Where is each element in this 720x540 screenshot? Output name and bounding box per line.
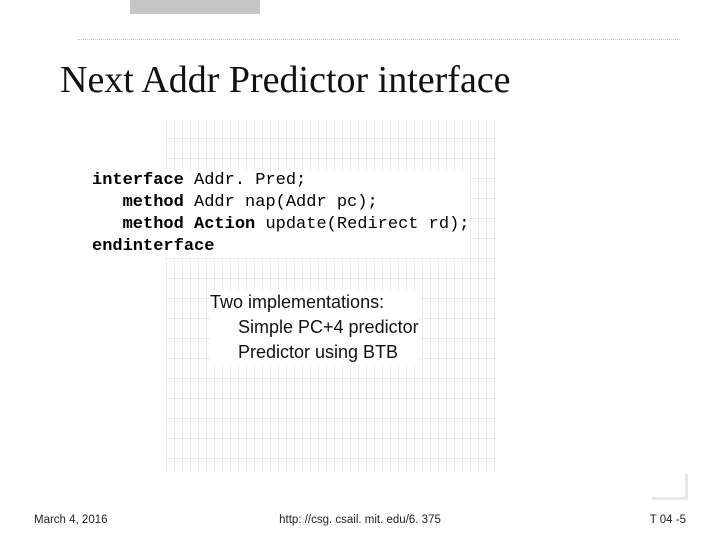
code-text: Addr nap(Addr pc); (184, 193, 378, 212)
impl-item: Predictor using BTB (210, 340, 419, 365)
keyword-endinterface: endinterface (92, 237, 214, 256)
footer-url: http: //csg. csail. mit. edu/6. 375 (275, 514, 445, 526)
keyword-action: Action (194, 215, 255, 234)
slide: Next Addr Predictor interface interface … (0, 0, 720, 540)
footer-date: March 4, 2016 (30, 514, 112, 526)
keyword-method: method (123, 215, 184, 234)
code-text: update(Redirect rd); (255, 215, 469, 234)
divider (78, 39, 680, 40)
code-text: Addr. Pred; (184, 171, 306, 190)
footer-page: T 04 -5 (646, 514, 690, 526)
impl-item: Simple PC+4 predictor (210, 315, 419, 340)
slide-title: Next Addr Predictor interface (60, 58, 511, 102)
corner-ornament (652, 474, 688, 500)
keyword-method: method (123, 193, 184, 212)
code-block: interface Addr. Pred; method Addr nap(Ad… (92, 170, 470, 258)
implementations-block: Two implementations: Simple PC+4 predict… (210, 290, 419, 365)
keyword-interface: interface (92, 171, 184, 190)
impl-heading: Two implementations: (210, 290, 419, 315)
